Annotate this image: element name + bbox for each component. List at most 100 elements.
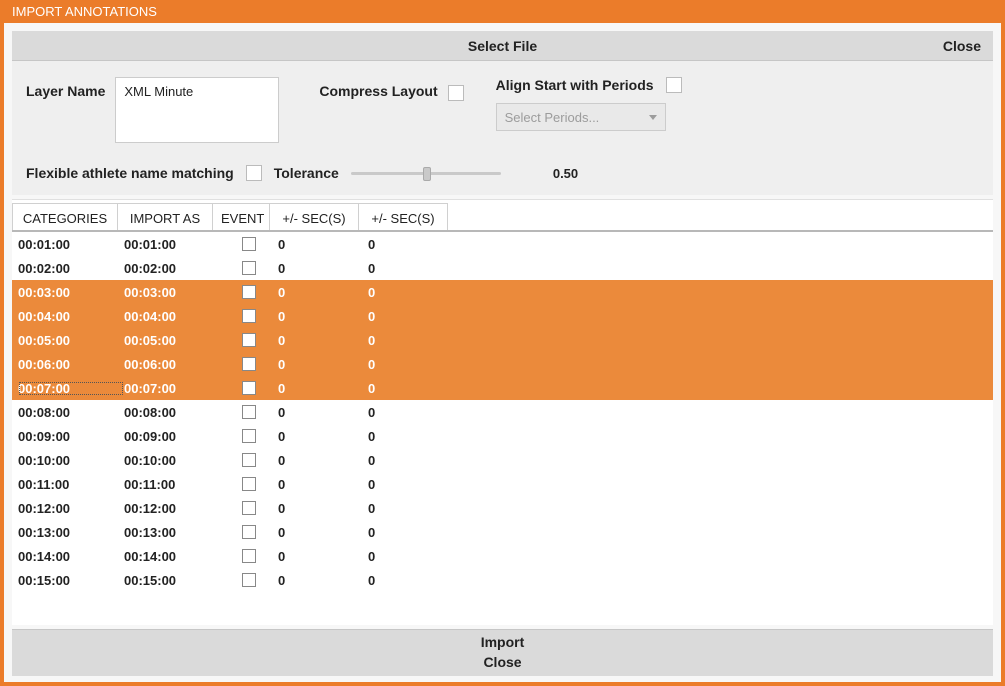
cell-sec-before[interactable]: 0 [278, 549, 368, 564]
cell-sec-before[interactable]: 0 [278, 525, 368, 540]
cell-sec-after[interactable]: 0 [368, 453, 458, 468]
table-row[interactable]: 00:02:0000:02:00 00 [12, 256, 993, 280]
cell-sec-before[interactable]: 0 [278, 357, 368, 372]
cell-category[interactable]: 00:10:00 [18, 453, 124, 468]
cell-sec-after[interactable]: 0 [368, 381, 458, 396]
cell-import-as[interactable]: 00:14:00 [124, 549, 220, 564]
event-checkbox[interactable] [242, 573, 256, 587]
close-button-bottom[interactable]: Close [483, 654, 521, 670]
event-checkbox[interactable] [242, 405, 256, 419]
cell-category[interactable]: 00:12:00 [18, 501, 124, 516]
cell-category[interactable]: 00:08:00 [18, 405, 124, 420]
cell-import-as[interactable]: 00:01:00 [124, 237, 220, 252]
cell-sec-before[interactable]: 0 [278, 405, 368, 420]
cell-sec-after[interactable]: 0 [368, 549, 458, 564]
compress-layout-checkbox[interactable] [448, 85, 464, 101]
cell-category[interactable]: 00:11:00 [18, 477, 124, 492]
cell-import-as[interactable]: 00:02:00 [124, 261, 220, 276]
cell-category[interactable]: 00:03:00 [18, 285, 124, 300]
import-button[interactable]: Import [481, 634, 525, 650]
cell-import-as[interactable]: 00:13:00 [124, 525, 220, 540]
header-import-as[interactable]: IMPORT AS [117, 203, 213, 230]
table-row[interactable]: 00:05:0000:05:0000 [12, 328, 993, 352]
cell-category[interactable]: 00:15:00 [18, 573, 124, 588]
cell-sec-after[interactable]: 0 [368, 333, 458, 348]
cell-sec-after[interactable]: 0 [368, 357, 458, 372]
cell-category[interactable]: 00:04:00 [18, 309, 124, 324]
table-row[interactable]: 00:06:0000:06:00 00 [12, 352, 993, 376]
table-row[interactable]: 00:09:0000:09:00 00 [12, 424, 993, 448]
cell-category[interactable]: 00:01:00 [18, 237, 124, 252]
cell-category[interactable]: 00:09:00 [18, 429, 124, 444]
cell-category[interactable]: 00:13:00 [18, 525, 124, 540]
slider-thumb[interactable] [423, 167, 431, 181]
align-checkbox[interactable] [666, 77, 682, 93]
event-checkbox[interactable] [242, 477, 256, 491]
cell-category[interactable]: 00:02:00 [18, 261, 124, 276]
event-checkbox[interactable] [242, 357, 256, 371]
event-checkbox[interactable] [242, 309, 256, 323]
table-body[interactable]: 00:01:0000:01:000000:02:0000:02:000000:0… [12, 232, 993, 625]
cell-category[interactable]: 00:14:00 [18, 549, 124, 564]
cell-import-as[interactable]: 00:07:00 [124, 381, 220, 396]
event-checkbox[interactable] [242, 381, 256, 395]
cell-sec-after[interactable]: 0 [368, 237, 458, 252]
table-row[interactable]: 00:11:0000:11:00 00 [12, 472, 993, 496]
cell-sec-after[interactable]: 0 [368, 525, 458, 540]
cell-sec-before[interactable]: 0 [278, 381, 368, 396]
tolerance-slider[interactable] [351, 165, 501, 181]
event-checkbox[interactable] [242, 429, 256, 443]
cell-import-as[interactable]: 00:04:00 [124, 309, 220, 324]
header-categories[interactable]: CATEGORIES [12, 203, 118, 230]
cell-import-as[interactable]: 00:08:00 [124, 405, 220, 420]
table-row[interactable]: 00:14:0000:14:00 00 [12, 544, 993, 568]
event-checkbox[interactable] [242, 453, 256, 467]
table-row[interactable]: 00:07:0000:07:00 00 [12, 376, 993, 400]
table-row[interactable]: 00:01:0000:01:00 00 [12, 232, 993, 256]
cell-sec-before[interactable]: 0 [278, 333, 368, 348]
table-row[interactable]: 00:03:0000:03:0000 [12, 280, 993, 304]
table-row[interactable]: 00:04:0000:04:00 00 [12, 304, 993, 328]
layer-name-input[interactable]: XML Minute [115, 77, 279, 143]
cell-import-as[interactable]: 00:09:00 [124, 429, 220, 444]
table-row[interactable]: 00:13:0000:13:00 00 [12, 520, 993, 544]
cell-import-as[interactable]: 00:15:00 [124, 573, 220, 588]
cell-sec-before[interactable]: 0 [278, 309, 368, 324]
header-sec-after[interactable]: +/- SEC(S) [358, 203, 448, 230]
cell-sec-before[interactable]: 0 [278, 285, 368, 300]
header-sec-before[interactable]: +/- SEC(S) [269, 203, 359, 230]
cell-import-as[interactable]: 00:10:00 [124, 453, 220, 468]
cell-sec-before[interactable]: 0 [278, 429, 368, 444]
cell-sec-after[interactable]: 0 [368, 429, 458, 444]
cell-sec-before[interactable]: 0 [278, 573, 368, 588]
cell-sec-after[interactable]: 0 [368, 309, 458, 324]
cell-sec-before[interactable]: 0 [278, 261, 368, 276]
cell-import-as[interactable]: 00:11:00 [124, 477, 220, 492]
cell-sec-after[interactable]: 0 [368, 285, 458, 300]
table-row[interactable]: 00:10:0000:10:0000 [12, 448, 993, 472]
flexible-matching-checkbox[interactable] [246, 165, 262, 181]
cell-sec-after[interactable]: 0 [368, 573, 458, 588]
cell-sec-after[interactable]: 0 [368, 477, 458, 492]
cell-category[interactable]: 00:06:00 [18, 357, 124, 372]
cell-sec-before[interactable]: 0 [278, 477, 368, 492]
close-button-top[interactable]: Close [943, 38, 981, 54]
event-checkbox[interactable] [242, 501, 256, 515]
event-checkbox[interactable] [242, 285, 256, 299]
table-row[interactable]: 00:08:0000:08:0000 [12, 400, 993, 424]
event-checkbox[interactable] [242, 525, 256, 539]
event-checkbox[interactable] [242, 549, 256, 563]
event-checkbox[interactable] [242, 237, 256, 251]
cell-sec-after[interactable]: 0 [368, 261, 458, 276]
table-row[interactable]: 00:15:0000:15:00 00 [12, 568, 993, 592]
cell-import-as[interactable]: 00:12:00 [124, 501, 220, 516]
event-checkbox[interactable] [242, 333, 256, 347]
cell-sec-before[interactable]: 0 [278, 237, 368, 252]
cell-sec-after[interactable]: 0 [368, 501, 458, 516]
header-event[interactable]: EVENT [212, 203, 270, 230]
cell-category[interactable]: 00:07:00 [18, 381, 124, 396]
cell-import-as[interactable]: 00:06:00 [124, 357, 220, 372]
select-periods-dropdown[interactable]: Select Periods... [496, 103, 666, 131]
select-file-button[interactable]: Select File [468, 38, 537, 54]
table-row[interactable]: 00:12:0000:12:0000 [12, 496, 993, 520]
